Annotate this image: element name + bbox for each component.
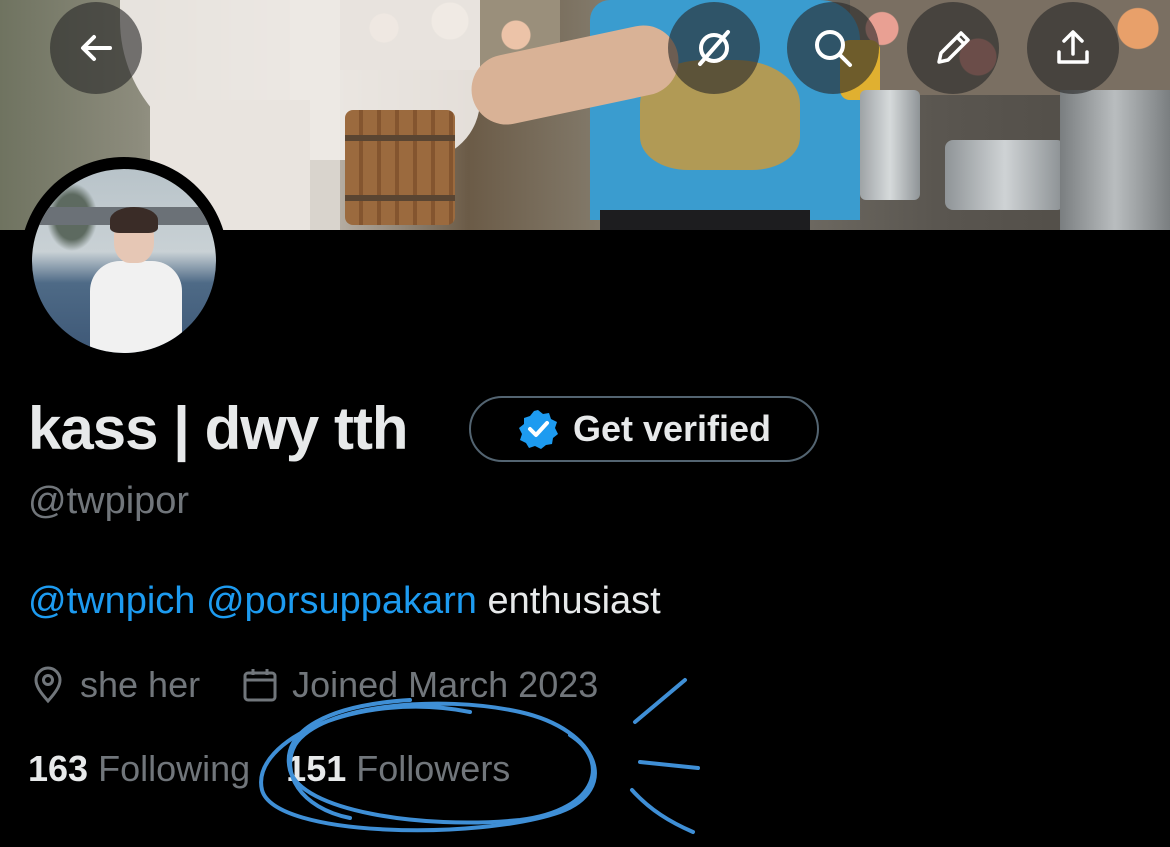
banner-bucket xyxy=(1060,90,1170,230)
avatar-person-hair xyxy=(110,207,158,233)
annotation-emphasis-line xyxy=(630,788,695,834)
grok-icon xyxy=(698,30,730,66)
get-verified-label: Get verified xyxy=(572,408,772,449)
following-label: Following xyxy=(98,748,251,789)
handle: @twpipor xyxy=(28,480,190,522)
search-button[interactable] xyxy=(787,2,879,94)
banner-bucket xyxy=(860,90,920,200)
banner-flowers-right xyxy=(850,0,1170,95)
banner-barrel-band xyxy=(345,195,455,201)
grok-button[interactable] xyxy=(668,2,760,94)
banner-belt xyxy=(600,210,810,230)
banner-barrel-band xyxy=(345,135,455,141)
verified-badge-icon xyxy=(518,410,558,449)
edit-button[interactable] xyxy=(907,2,999,94)
bio-mention-link[interactable]: @porsuppakarn xyxy=(206,580,477,622)
bio-text: enthusiast xyxy=(487,580,661,622)
share-upload-icon xyxy=(1057,30,1089,64)
annotation-emphasis-line xyxy=(633,678,687,724)
calendar-icon xyxy=(243,669,277,702)
display-name: kass | dwy tth xyxy=(28,395,409,462)
share-button[interactable] xyxy=(1027,2,1119,94)
avatar-person-body xyxy=(90,261,182,353)
get-verified-button[interactable]: Get verified xyxy=(469,396,819,462)
profile-meta: she her Joined March 2023 xyxy=(28,660,638,710)
following-link[interactable]: 163 Following xyxy=(28,748,250,790)
location-item: she her xyxy=(28,664,200,706)
annotation-emphasis-line xyxy=(638,760,700,770)
joined-text: Joined March 2023 xyxy=(292,664,599,705)
followers-label: Followers xyxy=(356,748,511,789)
location-pin-icon xyxy=(34,666,62,704)
location-text: she her xyxy=(80,664,201,705)
banner-barrel xyxy=(345,110,455,225)
bio: @twnpich @porsuppakarn enthusiast xyxy=(28,580,661,623)
banner-bucket xyxy=(945,140,1065,210)
avatar-photo xyxy=(32,169,216,353)
followers-count: 151 xyxy=(286,748,347,789)
followers-link[interactable]: 151 Followers xyxy=(286,748,510,790)
following-count: 163 xyxy=(28,748,89,789)
search-icon xyxy=(815,30,852,67)
arrow-left-icon xyxy=(81,35,112,61)
bio-mention-link[interactable]: @twnpich xyxy=(28,580,195,622)
avatar[interactable] xyxy=(20,157,228,365)
joined-item: Joined March 2023 xyxy=(240,664,598,706)
follow-stats: 163 Following 151 Followers xyxy=(28,748,546,790)
edit-pencil-icon xyxy=(937,31,970,64)
back-button[interactable] xyxy=(50,2,142,94)
